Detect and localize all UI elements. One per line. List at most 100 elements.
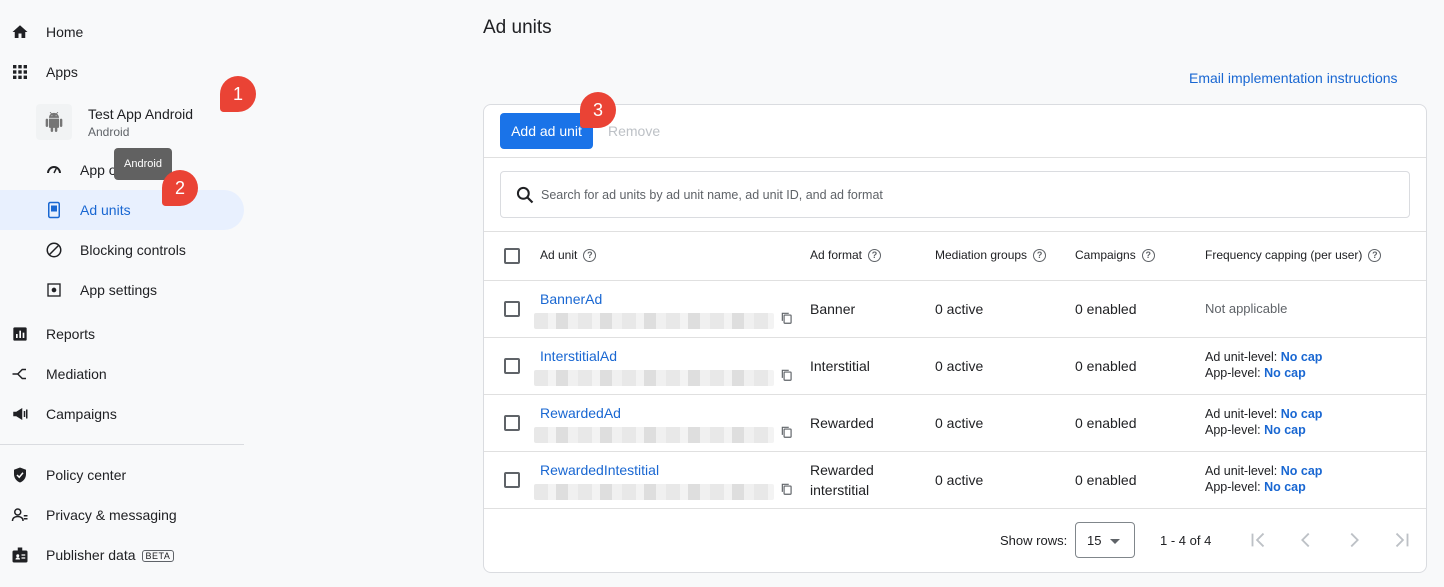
col-mediation-groups[interactable]: Mediation groups? [935,248,1047,262]
copy-icon[interactable] [780,482,794,496]
shield-icon [10,465,30,485]
row-divider [484,337,1426,338]
page-title: Ad units [483,17,552,38]
row-checkbox[interactable] [504,301,520,317]
nav-mediation[interactable]: Mediation [0,354,244,394]
megaphone-icon [10,404,30,424]
first-page-icon[interactable] [1247,529,1269,551]
row-checkbox[interactable] [504,358,520,374]
freq-app-link[interactable]: No cap [1264,366,1306,380]
help-icon[interactable]: ? [1368,248,1382,262]
reports-icon [10,324,30,344]
row-divider [484,394,1426,395]
ad-unit-icon [44,200,64,220]
search-box[interactable] [500,171,1410,218]
ad-format-cell: Rewarded [810,462,874,478]
nav-blocking-controls[interactable]: Blocking controls [0,230,244,270]
search-input[interactable] [541,184,1391,206]
app-platform: Android [88,125,130,139]
copy-icon[interactable] [780,425,794,439]
next-page-icon[interactable] [1343,529,1365,551]
app-name[interactable]: Test App Android [88,106,193,122]
block-icon [44,240,64,260]
email-instructions-link[interactable]: Email implementation instructions [1189,70,1398,86]
last-page-icon[interactable] [1391,529,1413,551]
mediation-cell: 0 active [935,301,984,317]
help-icon[interactable]: ? [868,248,882,262]
ad-unit-name-link[interactable]: BannerAd [540,291,602,307]
help-icon[interactable]: ? [1033,248,1047,262]
col-ad-format-label: Ad format [810,248,863,262]
nav-publisher-data[interactable]: Publisher data BETA [0,535,244,575]
beta-badge: BETA [141,550,175,563]
toolbar-divider [484,157,1426,158]
page-range: 1 - 4 of 4 [1160,533,1212,548]
freq-ad-unit-link[interactable]: No cap [1281,464,1323,478]
freq-ad-unit-link[interactable]: No cap [1281,350,1323,364]
step-badge-3: 3 [580,92,616,128]
row-checkbox[interactable] [504,472,520,488]
publisher-data-icon [10,545,30,565]
row-checkbox[interactable] [504,415,520,431]
nav-reports-label: Reports [46,326,96,342]
ad-unit-id-redacted [534,370,774,386]
freq-label: App-level: [1205,366,1265,380]
caret-down-icon [1110,539,1120,544]
mediation-icon [10,364,30,384]
freq-app-link[interactable]: No cap [1264,480,1306,494]
nav-policy-center-label: Policy center [46,467,127,483]
campaigns-cell: 0 enabled [1075,472,1137,488]
nav-privacy-messaging[interactable]: Privacy & messaging [0,495,244,535]
app-selector[interactable] [36,104,72,140]
nav-reports[interactable]: Reports [0,314,244,354]
privacy-user-icon [10,505,30,525]
col-ad-unit[interactable]: Ad unit? [540,248,597,262]
nav-mediation-label: Mediation [46,366,107,382]
copy-icon[interactable] [780,368,794,382]
nav-campaigns[interactable]: Campaigns [0,394,244,434]
ad-unit-name-link[interactable]: RewardedIntestitial [540,462,659,478]
nav-ad-units[interactable]: Ad units [0,190,244,230]
mediation-cell: 0 active [935,358,984,374]
nav-privacy-messaging-label: Privacy & messaging [46,507,177,523]
frequency-cell: Ad unit-level: No cap App-level: No cap [1205,463,1322,495]
frequency-cell: Ad unit-level: No cap App-level: No cap [1205,349,1322,381]
help-icon[interactable]: ? [583,248,597,262]
col-frequency-capping[interactable]: Frequency capping (per user)? [1205,248,1382,262]
nav-publisher-data-label: Publisher data BETA [46,547,175,563]
header-divider [484,280,1426,281]
mediation-cell: 0 active [935,415,984,431]
nav-app-settings[interactable]: App settings [0,270,244,310]
nav-ad-units-label: Ad units [80,202,131,218]
android-icon [45,112,63,132]
select-all-checkbox[interactable] [504,248,520,264]
search-divider [484,231,1426,232]
rows-per-page-value: 15 [1087,532,1102,548]
nav-home[interactable]: Home [0,12,244,52]
rows-per-page-select[interactable]: 15 [1075,522,1135,558]
home-icon [10,22,30,42]
gauge-icon [44,160,64,180]
remove-button[interactable]: Remove [608,123,660,139]
col-campaigns[interactable]: Campaigns? [1075,248,1155,262]
ad-unit-name-link[interactable]: RewardedAd [540,405,621,421]
ad-format-cell-line2: interstitial [810,482,870,498]
ad-unit-name-link[interactable]: InterstitialAd [540,348,617,364]
freq-app-link[interactable]: No cap [1264,423,1306,437]
nav-apps[interactable]: Apps [0,52,244,92]
campaigns-cell: 0 enabled [1075,358,1137,374]
prev-page-icon[interactable] [1295,529,1317,551]
tooltip-android: Android [114,148,172,180]
publisher-data-text: Publisher data [46,547,136,563]
row-divider [484,508,1426,509]
ad-unit-id-redacted [534,484,774,500]
nav-home-label: Home [46,24,84,40]
freq-ad-unit-link[interactable]: No cap [1281,407,1323,421]
copy-icon[interactable] [780,311,794,325]
help-icon[interactable]: ? [1141,248,1155,262]
row-divider [484,451,1426,452]
sidebar-divider [0,444,244,445]
apps-grid-icon [10,62,30,82]
nav-policy-center[interactable]: Policy center [0,455,244,495]
col-ad-format[interactable]: Ad format? [810,248,882,262]
